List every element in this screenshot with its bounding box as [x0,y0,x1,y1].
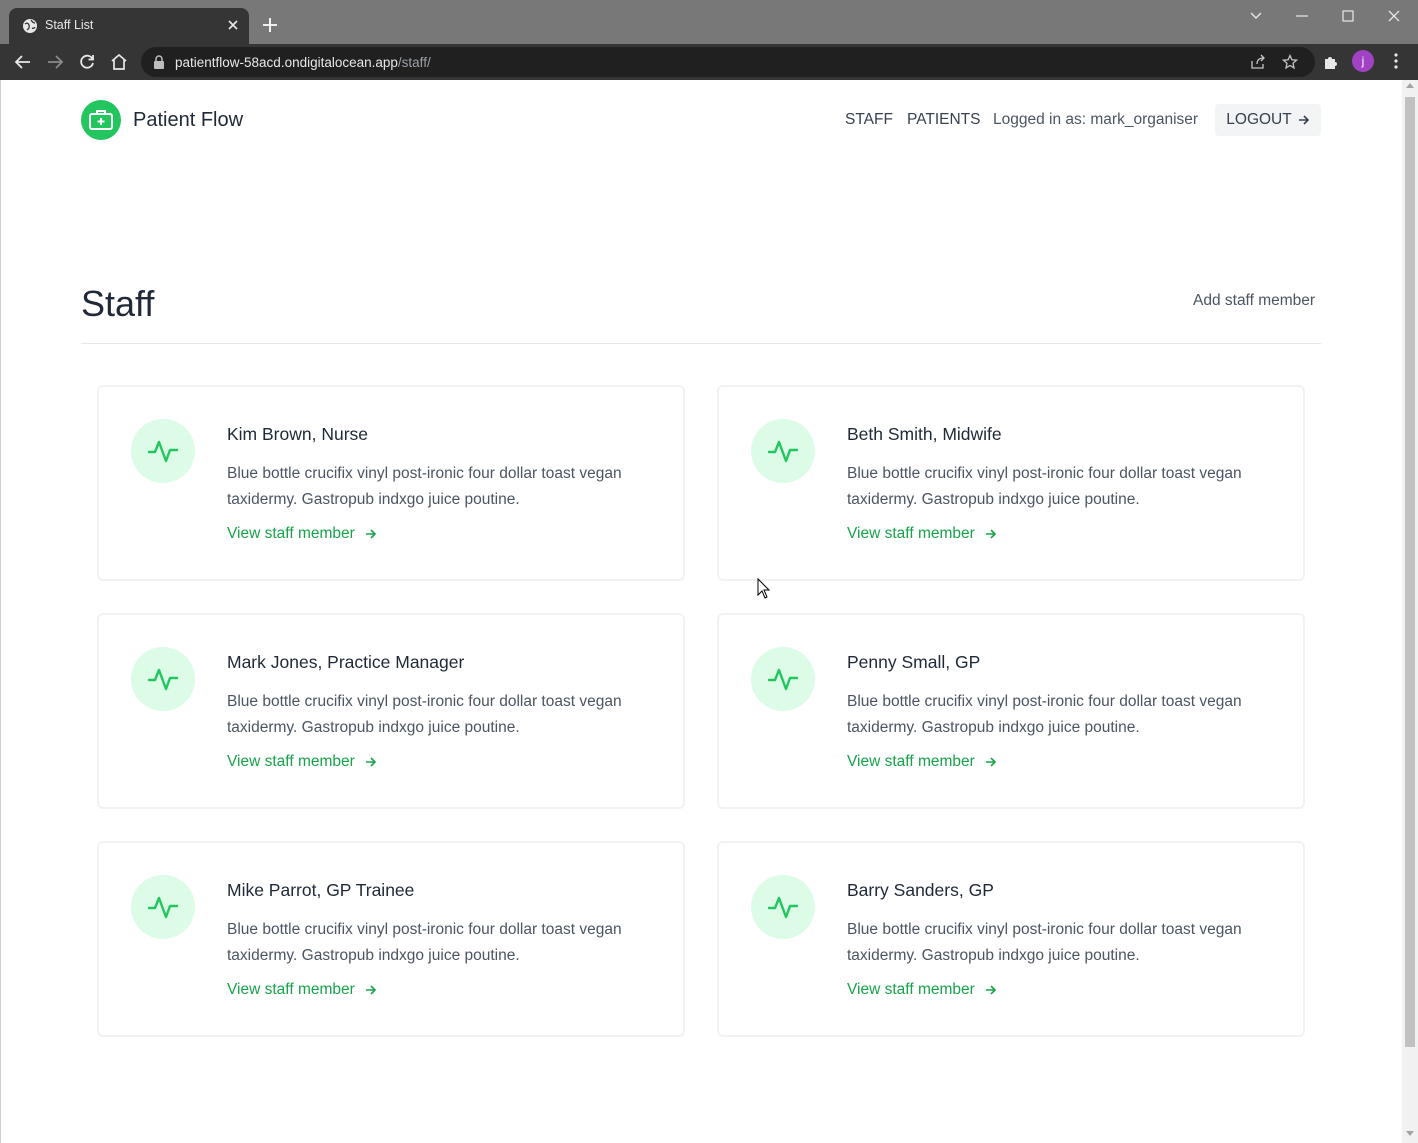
staff-card: Mike Parrot, GP Trainee Blue bottle cruci… [97,841,685,1037]
staff-avatar [751,647,815,711]
staff-avatar [131,875,195,939]
view-staff-member-link[interactable]: View staff member [227,753,377,771]
url-host: patientflow-58acd.ondigitalocean.app [175,55,398,70]
logout-label: LOGOUT [1226,111,1292,128]
staff-card: Penny Small, GP Blue bottle crucifix viny… [717,613,1305,809]
staff-avatar [131,647,195,711]
view-staff-member-link[interactable]: View staff member [847,525,997,543]
mouse-cursor-icon [757,578,771,599]
staff-card: Beth Smith, Midwife Blue bottle crucifix … [717,385,1305,581]
close-window-icon[interactable] [1385,8,1403,24]
staff-name: Barry Sanders, GP [847,880,994,900]
arrow-right-icon [985,529,996,539]
staff-name: Kim Brown, Nurse [227,424,369,444]
staff-avatar [751,875,815,939]
logged-in-status: Logged in as: mark_organiser [993,111,1199,128]
scrollbar-thumb[interactable] [1405,97,1415,1047]
view-staff-member-label: View staff member [227,753,355,770]
activity-pulse-icon [767,440,799,463]
brand-name[interactable]: Patient Flow [133,109,243,132]
tab-search-icon[interactable] [1247,8,1265,24]
staff-card: Mark Jones, Practice Manager Blue bottle … [97,613,685,809]
url-path: /staff/ [397,55,431,70]
browser-tab[interactable]: Staff List [9,8,249,44]
view-staff-member-link[interactable]: View staff member [847,753,997,771]
maximize-icon[interactable] [1339,8,1357,24]
globe-icon [23,19,37,33]
extensions-puzzle-icon[interactable] [1322,53,1340,71]
arrow-right-icon [985,757,996,767]
forward-icon[interactable] [45,52,65,72]
staff-description: Blue bottle crucifix vinyl post-ironic f… [227,693,622,736]
arrow-right-icon [365,757,376,767]
view-staff-member-label: View staff member [847,525,975,542]
view-staff-member-link[interactable]: View staff member [227,525,377,543]
view-staff-member-label: View staff member [227,981,355,998]
nav-patients-link[interactable]: PATIENTS [907,111,981,129]
activity-pulse-icon [147,896,179,919]
browser-menu-icon[interactable] [1387,52,1405,70]
browser-tab-strip: Staff List [0,0,1418,44]
view-staff-member-link[interactable]: View staff member [847,981,997,999]
staff-name: Mark Jones, Practice Manager [227,652,465,672]
nav-staff-link[interactable]: STAFF [845,111,893,129]
staff-avatar [131,419,195,483]
arrow-right-icon [985,985,996,995]
page-title: Staff [81,283,155,324]
staff-name: Beth Smith, Midwife [847,424,1002,444]
view-staff-member-label: View staff member [847,981,975,998]
reload-icon[interactable] [77,52,97,72]
arrow-right-icon [1298,115,1309,125]
activity-pulse-icon [147,668,179,691]
minimize-icon[interactable] [1293,8,1311,24]
bookmark-star-icon[interactable] [1282,54,1298,70]
first-aid-kit-icon [89,110,113,130]
profile-avatar[interactable]: j [1352,50,1374,72]
tab-title: Staff List [45,18,94,32]
staff-description: Blue bottle crucifix vinyl post-ironic f… [227,465,622,508]
arrow-right-icon [365,985,376,995]
back-icon[interactable] [13,52,33,72]
arrow-right-icon [365,529,376,539]
add-staff-member-link[interactable]: Add staff member [1193,292,1315,310]
activity-pulse-icon [147,440,179,463]
staff-description: Blue bottle crucifix vinyl post-ironic f… [847,693,1242,736]
address-bar[interactable]: patientflow-58acd.ondigitalocean.app/sta… [141,47,1315,77]
share-icon[interactable] [1250,54,1266,70]
new-tab-icon[interactable] [261,16,279,34]
logo[interactable] [81,100,121,140]
staff-avatar [751,419,815,483]
scroll-down-arrow-icon[interactable] [1406,1131,1414,1136]
staff-description: Blue bottle crucifix vinyl post-ironic f… [227,921,622,964]
lock-icon[interactable] [153,55,165,69]
staff-card: Kim Brown, Nurse Blue bottle crucifix vin… [97,385,685,581]
browser-toolbar: patientflow-58acd.ondigitalocean.app/sta… [0,44,1418,80]
staff-description: Blue bottle crucifix vinyl post-ironic f… [847,921,1242,964]
logout-button[interactable]: LOGOUT [1215,104,1321,136]
divider [81,343,1321,344]
staff-name: Mike Parrot, GP Trainee [227,880,415,900]
activity-pulse-icon [767,668,799,691]
view-staff-member-link[interactable]: View staff member [227,981,377,999]
home-icon[interactable] [109,52,129,72]
staff-description: Blue bottle crucifix vinyl post-ironic f… [847,465,1242,508]
close-tab-icon[interactable] [225,17,241,33]
url-text: patientflow-58acd.ondigitalocean.app/sta… [175,55,431,70]
view-staff-member-label: View staff member [227,525,355,542]
scroll-up-arrow-icon[interactable] [1406,83,1414,88]
staff-card: Barry Sanders, GP Blue bottle crucifix vi… [717,841,1305,1037]
staff-name: Penny Small, GP [847,652,981,672]
view-staff-member-label: View staff member [847,753,975,770]
activity-pulse-icon [767,896,799,919]
